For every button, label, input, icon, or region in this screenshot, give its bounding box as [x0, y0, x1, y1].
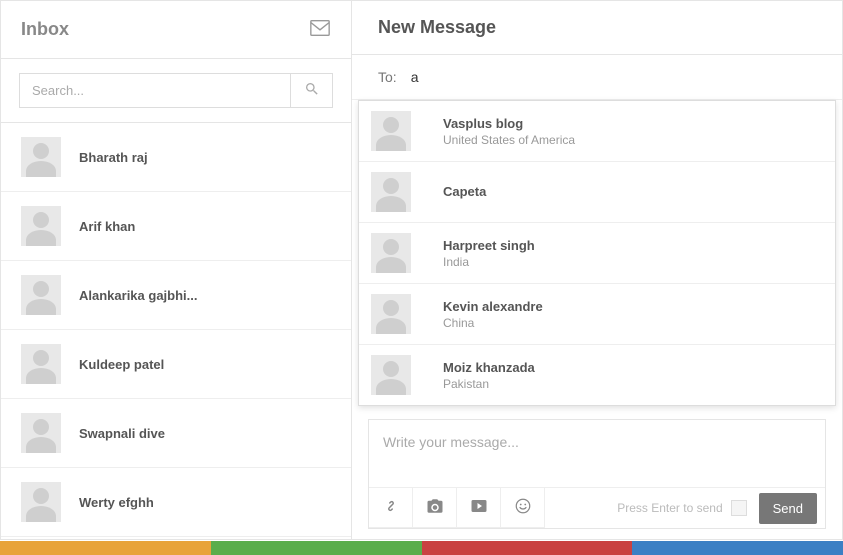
attach-video-button[interactable]: [457, 488, 501, 528]
enter-hint: Press Enter to send: [617, 501, 722, 515]
avatar: [21, 137, 61, 177]
message-input[interactable]: [369, 420, 825, 484]
search-row: [1, 59, 351, 123]
conversation-item[interactable]: Alankarika gajbhi...: [1, 261, 351, 330]
suggestion-info: Moiz khanzada Pakistan: [443, 360, 535, 391]
suggestion-name: Kevin alexandre: [443, 299, 543, 314]
suggestion-sub: China: [443, 316, 543, 330]
enter-to-send-checkbox[interactable]: [731, 500, 747, 516]
suggestion-item[interactable]: Capeta: [359, 162, 835, 223]
suggestion-info: Harpreet singh India: [443, 238, 535, 269]
stripe-blue: [632, 541, 843, 555]
composer: Press Enter to send Send: [368, 419, 826, 529]
sidebar-header: Inbox: [1, 1, 351, 59]
conversation-name: Werty efghh: [79, 495, 154, 510]
suggestion-info: Capeta: [443, 184, 486, 201]
avatar: [21, 206, 61, 246]
search-button[interactable]: [291, 73, 333, 108]
search-input[interactable]: [19, 73, 291, 108]
smile-icon: [514, 497, 532, 518]
suggestion-info: Kevin alexandre China: [443, 299, 543, 330]
compose-icon[interactable]: [309, 17, 331, 42]
to-input[interactable]: [411, 69, 816, 85]
recipient-suggestions[interactable]: Vasplus blog United States of America Ca…: [358, 100, 836, 406]
video-icon: [470, 497, 488, 518]
search-icon: [304, 81, 320, 100]
suggestion-name: Moiz khanzada: [443, 360, 535, 375]
avatar: [21, 275, 61, 315]
conversation-item[interactable]: Bharath raj: [1, 123, 351, 192]
footer-stripe: [0, 541, 843, 555]
conversation-item[interactable]: Swapnali dive: [1, 399, 351, 468]
conversation-name: Kuldeep patel: [79, 357, 164, 372]
stripe-red: [422, 541, 633, 555]
main-header: New Message: [352, 1, 842, 55]
composer-toolbar: Press Enter to send Send: [369, 487, 825, 528]
link-icon: [382, 497, 400, 518]
page-title: New Message: [378, 17, 822, 38]
suggestion-name: Capeta: [443, 184, 486, 199]
suggestion-sub: Pakistan: [443, 377, 535, 391]
avatar: [371, 294, 411, 334]
suggestion-item[interactable]: Vasplus blog United States of America: [359, 101, 835, 162]
suggestion-item[interactable]: Kevin alexandre China: [359, 284, 835, 345]
conversation-name: Bharath raj: [79, 150, 148, 165]
to-row: To:: [352, 55, 842, 100]
avatar: [371, 233, 411, 273]
avatar: [21, 482, 61, 522]
camera-icon: [426, 497, 444, 518]
conversation-name: Swapnali dive: [79, 426, 165, 441]
conversation-name: Arif khan: [79, 219, 135, 234]
sidebar: Inbox Bharath raj Arif khan: [1, 1, 352, 539]
conversation-name: Alankarika gajbhi...: [79, 288, 198, 303]
avatar: [21, 344, 61, 384]
suggestion-name: Harpreet singh: [443, 238, 535, 253]
attach-link-button[interactable]: [369, 488, 413, 528]
suggestion-name: Vasplus blog: [443, 116, 575, 131]
conversation-item[interactable]: Kuldeep patel: [1, 330, 351, 399]
main-panel: New Message To: Vasplus blog United Stat…: [352, 1, 842, 539]
suggestion-sub: India: [443, 255, 535, 269]
stripe-orange: [0, 541, 211, 555]
suggestion-item[interactable]: Moiz khanzada Pakistan: [359, 345, 835, 405]
conversation-list[interactable]: Bharath raj Arif khan Alankarika gajbhi.…: [1, 123, 351, 539]
to-label: To:: [378, 69, 397, 85]
sidebar-title: Inbox: [21, 19, 69, 40]
suggestion-sub: United States of America: [443, 133, 575, 147]
suggestion-item[interactable]: Harpreet singh India: [359, 223, 835, 284]
avatar: [21, 413, 61, 453]
stripe-green: [211, 541, 422, 555]
attach-photo-button[interactable]: [413, 488, 457, 528]
send-button[interactable]: Send: [759, 493, 817, 524]
conversation-item[interactable]: Arif khan: [1, 192, 351, 261]
app-root: Inbox Bharath raj Arif khan: [0, 0, 843, 540]
avatar: [371, 111, 411, 151]
avatar: [371, 355, 411, 395]
emoji-button[interactable]: [501, 488, 545, 528]
avatar: [371, 172, 411, 212]
conversation-item[interactable]: Werty efghh: [1, 468, 351, 537]
suggestion-info: Vasplus blog United States of America: [443, 116, 575, 147]
